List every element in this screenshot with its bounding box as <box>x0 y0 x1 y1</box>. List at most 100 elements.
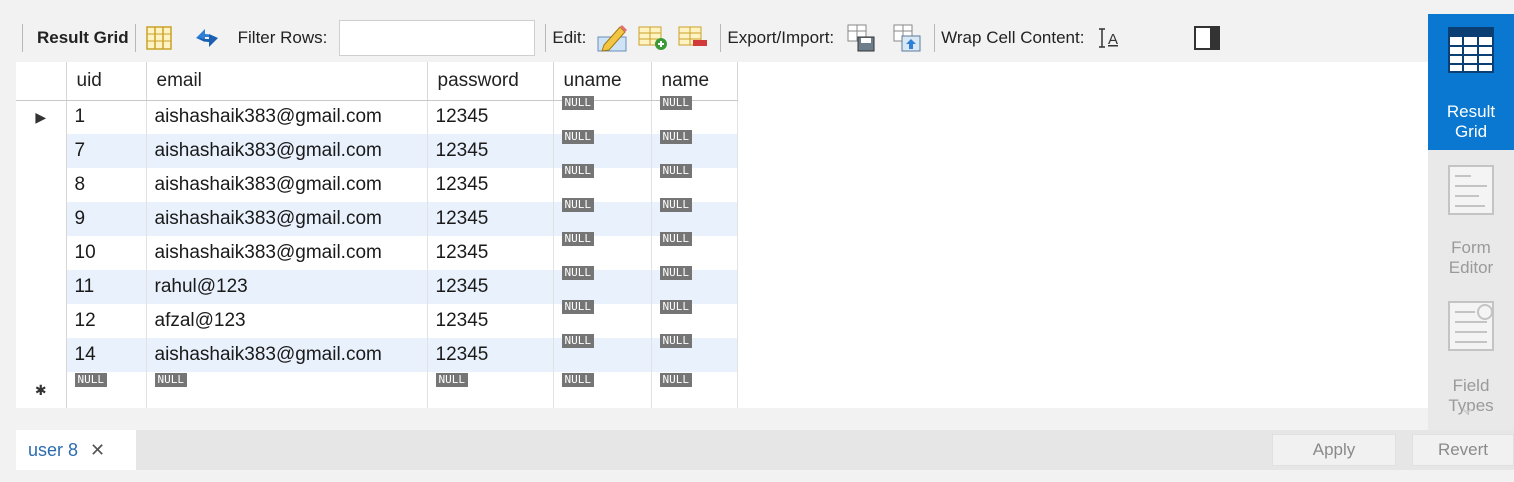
column-header-uname[interactable]: uname <box>553 62 652 101</box>
field-types-view-button[interactable]: Field Types ⌄ <box>1428 294 1514 430</box>
table-row[interactable]: 10 aishashaik383@gmail.com 12345 NULL NU… <box>16 232 738 270</box>
filter-rows-input[interactable] <box>339 20 536 56</box>
row-marker <box>16 270 67 304</box>
edit-pencil-icon[interactable] <box>596 21 630 55</box>
cell-password[interactable]: 12345 <box>427 202 554 236</box>
table-row[interactable]: 14 aishashaik383@gmail.com 12345 NULL NU… <box>16 334 738 372</box>
cell-uid[interactable]: 1 <box>66 100 147 134</box>
result-grid-label: Result Grid <box>37 28 129 47</box>
cell-name[interactable]: NULL <box>651 96 738 134</box>
svg-text:A: A <box>1108 31 1118 48</box>
cell-uname[interactable]: NULL <box>553 232 652 270</box>
refresh-icon[interactable] <box>190 21 224 55</box>
null-badge: NULL <box>561 373 594 387</box>
cell-name[interactable]: NULL <box>651 300 738 338</box>
table-row[interactable]: 8 aishashaik383@gmail.com 12345 NULL NUL… <box>16 164 738 202</box>
grid-layout-icon[interactable] <box>142 21 176 55</box>
cell-email[interactable]: aishashaik383@gmail.com <box>146 100 428 134</box>
cell-uid[interactable]: 10 <box>66 236 147 270</box>
cell-uid[interactable]: 14 <box>66 338 147 372</box>
bottom-bar: user 8 ✕ Apply Revert <box>16 430 1514 470</box>
toggle-side-panel-icon[interactable] <box>1190 21 1224 55</box>
scroll-down-chevron-icon[interactable]: ⌄ <box>1458 394 1476 420</box>
null-badge: NULL <box>659 232 692 246</box>
cell-uname[interactable]: NULL <box>553 96 652 134</box>
cell-email[interactable]: aishashaik383@gmail.com <box>146 134 428 168</box>
cell-email[interactable]: aishashaik383@gmail.com <box>146 202 428 236</box>
cell-email[interactable]: afzal@123 <box>146 304 428 338</box>
cell-name[interactable]: NULL <box>651 198 738 236</box>
table-row[interactable]: ▶ 1 aishashaik383@gmail.com 12345 NULL N… <box>16 96 738 134</box>
null-badge: NULL <box>659 164 692 178</box>
table-row[interactable]: 11 rahul@123 12345 NULL NULL <box>16 266 738 304</box>
cell-email[interactable]: aishashaik383@gmail.com <box>146 338 428 372</box>
cell-uname[interactable]: NULL <box>553 198 652 236</box>
delete-row-icon[interactable] <box>676 21 710 55</box>
row-marker-header <box>16 62 67 101</box>
cell-password[interactable]: NULL <box>427 372 554 408</box>
export-icon[interactable] <box>844 21 878 55</box>
cell-password[interactable]: 12345 <box>427 168 554 202</box>
new-row-asterisk-icon: ✱ <box>16 372 67 408</box>
result-tab[interactable]: user 8 ✕ <box>16 430 136 470</box>
cell-uname[interactable]: NULL <box>553 130 652 168</box>
cell-name[interactable]: NULL <box>651 130 738 168</box>
cell-uid[interactable]: 11 <box>66 270 147 304</box>
cell-uname[interactable]: NULL <box>553 164 652 202</box>
close-tab-icon[interactable]: ✕ <box>90 440 105 461</box>
cell-password[interactable]: 12345 <box>427 338 554 372</box>
cell-name[interactable]: NULL <box>651 372 738 408</box>
side-label: Result <box>1446 102 1496 121</box>
cell-uname[interactable]: NULL <box>553 266 652 304</box>
toolbar-separator <box>22 24 23 52</box>
header-row: uid email password uname name <box>16 62 738 101</box>
cell-uid[interactable]: 7 <box>66 134 147 168</box>
cell-email[interactable]: aishashaik383@gmail.com <box>146 168 428 202</box>
cell-name[interactable]: NULL <box>651 232 738 270</box>
row-marker <box>16 236 67 270</box>
column-header-email[interactable]: email <box>146 62 428 101</box>
apply-button[interactable]: Apply <box>1272 434 1396 466</box>
cell-password[interactable]: 12345 <box>427 100 554 134</box>
revert-button[interactable]: Revert <box>1412 434 1514 466</box>
cell-email[interactable]: NULL <box>146 372 428 408</box>
edit-label: Edit: <box>552 28 587 47</box>
cell-name[interactable]: NULL <box>651 266 738 304</box>
cell-email[interactable]: aishashaik383@gmail.com <box>146 236 428 270</box>
cell-uid[interactable]: 12 <box>66 304 147 338</box>
table-row[interactable]: 12 afzal@123 12345 NULL NULL <box>16 300 738 338</box>
result-toolbar: Result Grid Filter Rows: Edit: Export/Im… <box>16 16 1428 60</box>
cell-name[interactable]: NULL <box>651 334 738 372</box>
cell-uid[interactable]: NULL <box>66 372 147 408</box>
side-label: Field <box>1452 376 1490 395</box>
null-badge: NULL <box>561 266 594 280</box>
cell-uname[interactable]: NULL <box>553 300 652 338</box>
table-row[interactable]: 9 aishashaik383@gmail.com 12345 NULL NUL… <box>16 198 738 236</box>
cell-uname[interactable]: NULL <box>553 372 652 408</box>
side-label: Grid <box>1454 122 1488 141</box>
field-types-icon <box>1428 298 1514 358</box>
new-row[interactable]: ✱ NULL NULL NULL NULL NULL <box>16 372 738 408</box>
import-icon[interactable] <box>890 21 924 55</box>
cell-password[interactable]: 12345 <box>427 236 554 270</box>
cell-uname[interactable]: NULL <box>553 334 652 372</box>
column-header-password[interactable]: password <box>427 62 554 101</box>
toolbar-separator <box>545 24 547 52</box>
null-badge: NULL <box>659 130 692 144</box>
cell-uid[interactable]: 8 <box>66 168 147 202</box>
cell-name[interactable]: NULL <box>651 164 738 202</box>
cell-password[interactable]: 12345 <box>427 270 554 304</box>
add-row-icon[interactable] <box>636 21 670 55</box>
cell-password[interactable]: 12345 <box>427 134 554 168</box>
cell-email[interactable]: rahul@123 <box>146 270 428 304</box>
cell-uid[interactable]: 9 <box>66 202 147 236</box>
null-badge: NULL <box>561 334 594 348</box>
filter-rows-label: Filter Rows: <box>237 28 328 47</box>
table-row[interactable]: 7 aishashaik383@gmail.com 12345 NULL NUL… <box>16 130 738 168</box>
column-header-uid[interactable]: uid <box>66 62 147 101</box>
result-grid-view-button[interactable]: Result Grid <box>1428 14 1514 150</box>
cell-password[interactable]: 12345 <box>427 304 554 338</box>
form-editor-view-button[interactable]: Form Editor <box>1428 158 1514 286</box>
wrap-text-icon[interactable]: A <box>1094 21 1128 55</box>
column-header-name[interactable]: name <box>651 62 738 101</box>
